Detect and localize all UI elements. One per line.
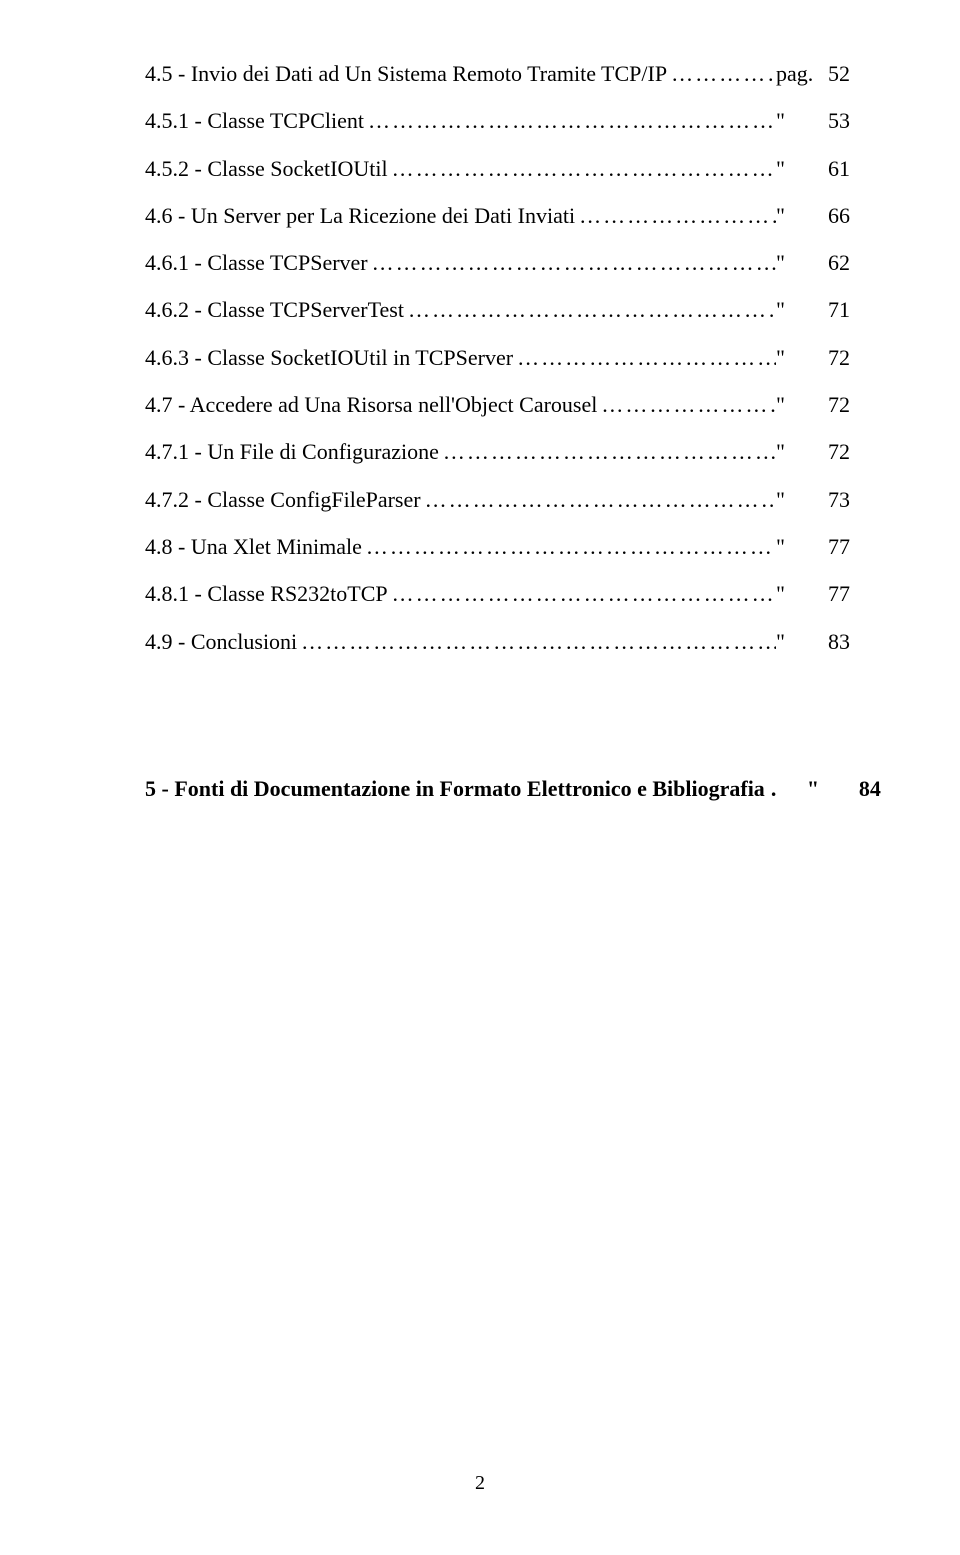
toc-leader: …………………………………………………………………………………………………………… (421, 476, 776, 523)
toc-prefix: pag. (776, 50, 812, 97)
toc-entry: 4.5 - Invio dei Dati ad Un Sistema Remot… (145, 50, 850, 97)
toc-leader: …………………………………………………………………………………………………………… (513, 334, 776, 381)
toc-page: 52 (812, 50, 850, 97)
toc-label: 4.5 - Invio dei Dati ad Un Sistema Remot… (145, 50, 667, 97)
toc-leader: …………………………………………………………………………………………………………… (388, 570, 776, 617)
toc-label: 4.6.1 - Classe TCPServer (145, 239, 368, 286)
toc-label: 4.7.1 - Un File di Configurazione (145, 428, 439, 475)
toc-prefix: " (776, 618, 812, 665)
toc-leader: …………………………………………………………………………………………………………… (388, 145, 776, 192)
toc-entry: 4.8.1 - Classe RS232toTCP ……………………………………… (145, 570, 850, 617)
toc-entry: 4.7 - Accedere ad Una Risorsa nell'Objec… (145, 381, 850, 428)
page-number: 2 (0, 1472, 960, 1495)
toc-page: 66 (812, 192, 850, 239)
toc-page: 71 (812, 286, 850, 333)
toc-prefix: " (776, 334, 812, 381)
toc-entry: 4.6.1 - Classe TCPServer ………………………………………… (145, 239, 850, 286)
toc-leader: …………………………………………………………………………………………………………… (368, 239, 776, 286)
toc-prefix: " (776, 286, 812, 333)
toc-leader: …………………………………………………………………………………………………………… (362, 523, 776, 570)
toc-entry: 4.7.2 - Classe ConfigFileParser ……………………… (145, 476, 850, 523)
toc-prefix: " (776, 239, 812, 286)
toc-label: 4.5.2 - Classe SocketIOUtil (145, 145, 388, 192)
toc-label: 4.7 - Accedere ad Una Risorsa nell'Objec… (145, 381, 597, 428)
toc-label: 4.6.2 - Classe TCPServerTest (145, 286, 404, 333)
toc-prefix: " (776, 523, 812, 570)
toc-page: 62 (812, 239, 850, 286)
toc-page: 73 (812, 476, 850, 523)
toc-page: 77 (812, 523, 850, 570)
toc-page: 72 (812, 428, 850, 475)
toc-list: 4.5 - Invio dei Dati ad Un Sistema Remot… (145, 50, 850, 665)
toc-label: 5 - Fonti di Documentazione in Formato E… (145, 765, 765, 812)
toc-page: 72 (812, 381, 850, 428)
toc-leader: …………………………………………………………………………………………………………… (667, 50, 776, 97)
toc-entry: 4.8 - Una Xlet Minimale …………………………………………… (145, 523, 850, 570)
toc-prefix: " (807, 765, 843, 812)
toc-leader: …………………………………………………………………………………………………………… (297, 618, 776, 665)
toc-page: 83 (812, 618, 850, 665)
toc-prefix: " (776, 476, 812, 523)
toc-prefix: " (776, 145, 812, 192)
toc-label: 4.7.2 - Classe ConfigFileParser (145, 476, 421, 523)
document-page: 4.5 - Invio dei Dati ad Un Sistema Remot… (0, 0, 960, 1555)
toc-page: 84 (843, 765, 881, 812)
toc-label: 4.9 - Conclusioni (145, 618, 297, 665)
toc-page: 77 (812, 570, 850, 617)
toc-label: 4.6 - Un Server per La Ricezione dei Dat… (145, 192, 575, 239)
toc-page: 61 (812, 145, 850, 192)
toc-label: 4.6.3 - Classe SocketIOUtil in TCPServer (145, 334, 513, 381)
toc-prefix: " (776, 570, 812, 617)
toc-page: 53 (812, 97, 850, 144)
toc-label: 4.5.1 - Classe TCPClient (145, 97, 364, 144)
toc-leader: …………………………………………………………………………………………………………… (597, 381, 776, 428)
chapter-5-entry: 5 - Fonti di Documentazione in Formato E… (145, 765, 850, 812)
toc-label: 4.8.1 - Classe RS232toTCP (145, 570, 388, 617)
toc-entry: 4.5.1 - Classe TCPClient ………………………………………… (145, 97, 850, 144)
toc-entry: 4.7.1 - Un File di Configurazione ………………… (145, 428, 850, 475)
toc-label: 4.8 - Una Xlet Minimale (145, 523, 362, 570)
toc-leader: …………………………………………………………………………………………………………… (364, 97, 776, 144)
toc-sep: . (765, 765, 807, 812)
toc-entry: 4.6.3 - Classe SocketIOUtil in TCPServer… (145, 334, 850, 381)
toc-entry: 4.5.2 - Classe SocketIOUtil ………………………………… (145, 145, 850, 192)
toc-prefix: " (776, 381, 812, 428)
toc-leader: …………………………………………………………………………………………………………… (404, 286, 776, 333)
toc-entry: 4.9 - Conclusioni …………………………………………………………… (145, 618, 850, 665)
toc-leader: …………………………………………………………………………………………………………… (439, 428, 776, 475)
toc-entry: 4.6.2 - Classe TCPServerTest ……………………………… (145, 286, 850, 333)
toc-page: 72 (812, 334, 850, 381)
toc-leader: …………………………………………………………………………………………………………… (575, 192, 776, 239)
toc-prefix: " (776, 192, 812, 239)
toc-prefix: " (776, 97, 812, 144)
toc-entry: 4.6 - Un Server per La Ricezione dei Dat… (145, 192, 850, 239)
toc-prefix: " (776, 428, 812, 475)
